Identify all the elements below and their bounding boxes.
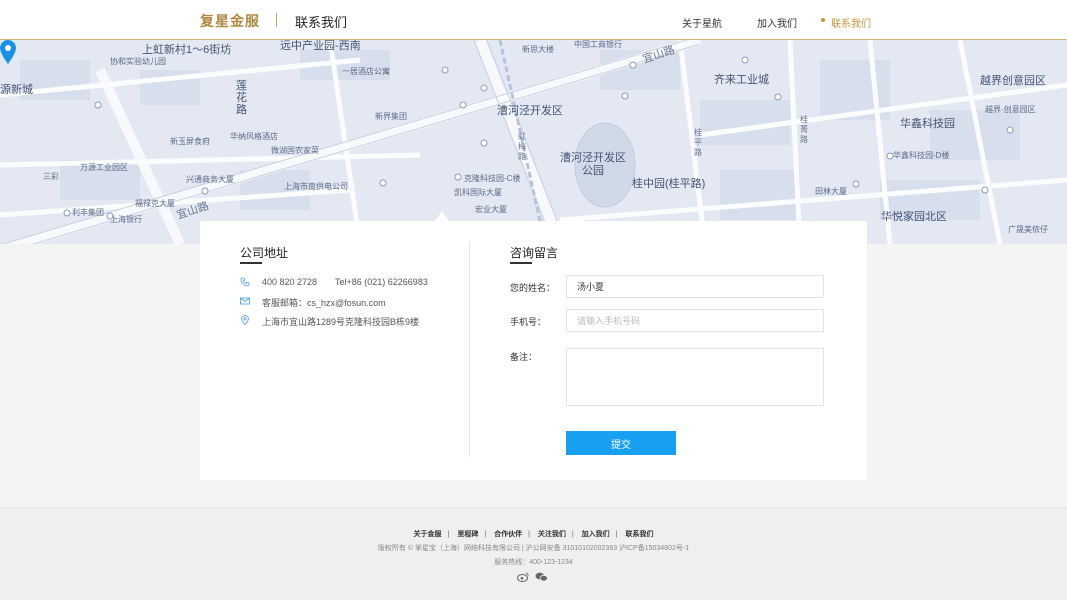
map-label: 上海银行 [110,215,142,224]
map-label: 微湖国农家菜 [271,146,319,155]
nav-about[interactable]: 关于星航 [682,15,722,30]
weibo-icon[interactable] [517,569,529,587]
address-title: 公司地址 [240,246,289,260]
footer-link-separator: | [528,531,530,538]
page-title: 联系我们 [295,15,348,30]
map-label: 田林大厦 [815,187,847,196]
footer-link-separator: | [447,531,450,538]
map-label: 莲花路 [236,80,247,116]
map-label: 三彩 [43,172,59,181]
submit-button[interactable]: 提交 [566,431,676,455]
map-label: 利丰集团 [72,208,104,217]
map-label: 越界创意园区 [980,75,1046,87]
map-label: 源新城 [0,84,33,96]
map-label: 上虹新村1～6街坊 [142,44,232,56]
map-label: 宏业大厦 [475,205,507,214]
map-label: 克隆科技园-C楼 [464,174,521,183]
map-label: 兴通商务大厦 [186,175,234,184]
phone-number: 400 820 2728 [262,277,318,287]
copyright-text: 版权所有 © 掌星宝（上海）网络科技有限公司 | 沪公网安备 310101020… [377,545,690,552]
map-label: 齐来工业城 [714,74,769,86]
office-address: 上海市宜山路1289号克隆科技园B栋9楼 [262,317,420,327]
map-label: 漕河泾开发区 [497,105,563,117]
footer-link-follow[interactable]: 关注我们 [538,531,566,538]
map-label: 新玉屏食府 [170,137,210,146]
map-label: 桂中园(桂平路) [632,178,706,190]
phone-label: 手机号： [510,317,547,327]
map-label: 越界·创意园区 [985,105,1036,114]
logo[interactable]: 复星金服 [200,11,260,31]
map-label: 桂菁路 [800,115,808,144]
footer-link-join[interactable]: 加入我们 [582,531,610,538]
map[interactable]: 上虹新村1～6街坊 远中产业园-西南 协和实验幼儿园 源新城 莲花路 一居酒店公… [0,40,1067,244]
service-email: 客服邮箱：cs_hzx@fosun.com [262,298,386,308]
phone-icon [240,277,250,287]
nav-contact[interactable]: 联系我们 [831,15,871,30]
card-pointer [435,211,449,221]
map-label: 新思大楼 [522,45,554,54]
form-title: 咨询留言 [510,246,559,260]
map-label: 上海市南供电公司 [284,182,348,191]
map-label: 远中产业园-西南 [280,40,361,52]
map-label: 桂平路 [694,128,702,157]
hotline-text: 服务热线：400-123-1234 [494,559,573,566]
map-label: 一居酒店公寓 [342,67,390,76]
footer-link-separator: | [484,531,487,538]
map-label: 漕河泾开发区公园 [560,152,626,177]
column-divider [469,242,470,457]
map-label: 华纳风格酒店 [230,132,278,141]
footer-link-partners[interactable]: 合作伙伴 [494,531,522,538]
map-label: 广晟美侬仔 [1008,225,1048,234]
name-field[interactable] [566,275,824,298]
map-label: 万源工业园区 [80,163,128,172]
form-title-underline [510,262,532,264]
mail-icon [240,297,250,305]
footer-link-separator: | [615,531,618,538]
name-label: 您的姓名： [510,283,556,293]
nav-active-dot [821,18,825,22]
footer-links: 关于金服 | 里程碑 | 合作伙伴 | 关注我们 | 加入我们 | 联系我们 [0,529,1067,539]
map-label: 协和实验幼儿园 [110,57,166,66]
tel-number: Tel+86 (021) 62266983 [335,277,428,287]
note-label: 备注： [510,352,538,362]
wechat-icon[interactable] [535,569,548,587]
map-label: 福禄克大厦 [135,199,175,208]
map-label: 虹梅路 [518,132,526,161]
map-label: 华悦家园北区 [881,211,947,223]
map-label: 华鑫科技园-D楼 [893,151,950,160]
footer-link-contact[interactable]: 联系我们 [625,531,653,538]
nav-join[interactable]: 加入我们 [757,15,797,30]
phone-field[interactable] [566,309,824,332]
map-label: 中国工商银行 [574,40,622,49]
header: 复星金服 联系我们 关于星航 加入我们 联系我们 [0,0,1067,40]
location-icon [241,315,249,325]
note-field[interactable] [566,348,824,406]
location-pin-icon[interactable] [0,40,16,64]
logo-divider [276,13,277,27]
footer-link-separator: | [571,531,574,538]
footer: 关于金服 | 里程碑 | 合作伙伴 | 关注我们 | 加入我们 | 联系我们 版权所有 ©… [0,507,1067,600]
map-label: 新界集团 [375,112,407,121]
address-title-underline [240,262,262,264]
footer-link-milestone[interactable]: 里程碑 [457,531,478,538]
map-label: 华鑫科技园 [900,118,955,130]
footer-link-about[interactable]: 关于金服 [414,531,442,538]
map-label: 凯科国际大厦 [454,188,502,197]
social-icons [517,569,549,582]
